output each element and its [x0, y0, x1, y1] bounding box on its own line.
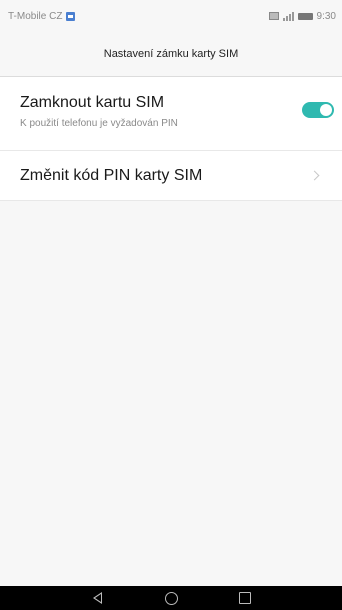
clock: 9:30 — [316, 10, 336, 22]
home-button[interactable] — [151, 586, 191, 610]
signal-icon — [282, 11, 294, 21]
sim-lock-setting[interactable]: Zamknout kartu SIM K použití telefonu je… — [0, 77, 342, 151]
recents-button[interactable] — [225, 586, 265, 610]
status-bar: T-Mobile CZ 9:30 — [0, 0, 342, 32]
back-button[interactable] — [77, 586, 117, 610]
navigation-bar — [0, 586, 342, 610]
sim-lock-subtitle: K použití telefonu je vyžadován PIN — [20, 118, 178, 129]
home-icon — [164, 591, 178, 605]
change-pin-title: Změnit kód PIN karty SIM — [20, 166, 203, 184]
battery-icon — [297, 12, 313, 20]
recents-icon — [239, 592, 251, 604]
status-bar-left: T-Mobile CZ — [8, 10, 76, 22]
sim-lock-toggle[interactable] — [302, 102, 334, 118]
back-icon — [92, 592, 102, 604]
page-title: Nastavení zámku karty SIM — [103, 48, 239, 60]
carrier-name: T-Mobile CZ — [8, 10, 63, 22]
image-notification-icon — [66, 11, 76, 21]
status-bar-right: 9:30 — [268, 10, 336, 22]
empty-area — [0, 201, 342, 587]
phone-screen: T-Mobile CZ 9:30 Nastavení zámku karty S… — [0, 0, 342, 610]
page-title-bar: Nastavení zámku karty SIM — [0, 32, 342, 77]
screenshot-icon — [268, 12, 279, 20]
toggle-knob — [320, 104, 332, 116]
sim-lock-title: Zamknout kartu SIM — [20, 94, 165, 111]
settings-list: Zamknout kartu SIM K použití telefonu je… — [0, 77, 342, 201]
chevron-right-icon — [309, 170, 320, 181]
change-pin-setting[interactable]: Změnit kód PIN karty SIM — [0, 151, 342, 201]
